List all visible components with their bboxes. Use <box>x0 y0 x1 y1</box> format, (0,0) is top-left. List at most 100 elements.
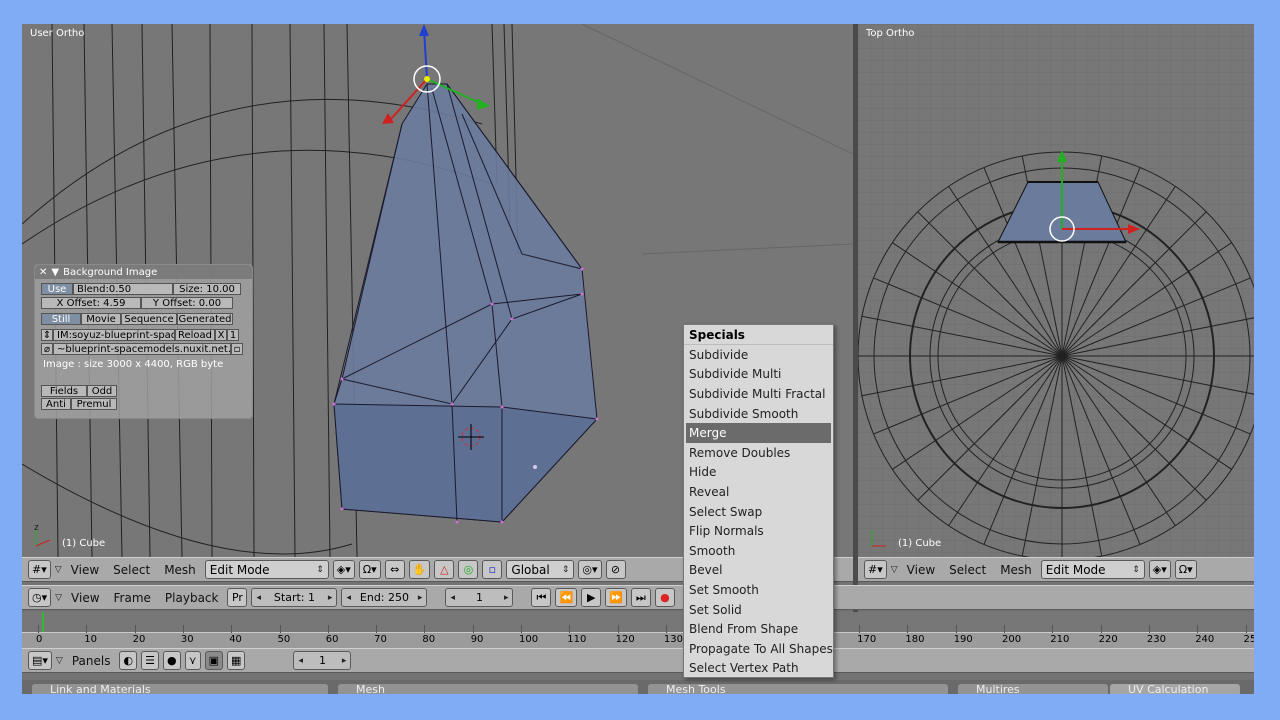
menu-select[interactable]: Select <box>108 563 155 577</box>
buttons-frame-field[interactable]: ◂ 1 ▸ <box>293 651 352 670</box>
menu-item-select-swap[interactable]: Select Swap <box>684 502 833 522</box>
current-frame-marker[interactable] <box>42 612 44 632</box>
decrement-icon[interactable]: ◂ <box>346 593 351 603</box>
menu-item-set-solid[interactable]: Set Solid <box>684 600 833 620</box>
collapse-triangle-icon[interactable]: ▼ <box>51 267 59 278</box>
scene-icon[interactable]: ▦ <box>227 651 246 670</box>
menu-item-flip-normals[interactable]: Flip Normals <box>684 521 833 541</box>
menu-item-reveal[interactable]: Reveal <box>684 482 833 502</box>
size-field[interactable]: Size: 10.00 <box>173 283 241 295</box>
script-icon[interactable]: ☰ <box>141 651 159 670</box>
draw-type-icon[interactable]: ◈▾ <box>332 560 355 579</box>
decrement-icon[interactable]: ◂ <box>298 656 303 666</box>
proportional-edit-icon[interactable]: ◎▾ <box>578 560 602 579</box>
menu-select[interactable]: Select <box>944 563 991 577</box>
increment-icon[interactable]: ▸ <box>328 593 333 603</box>
end-frame-field[interactable]: ◂ End: 250 ▸ <box>341 588 428 607</box>
menu-playback[interactable]: Playback <box>160 591 224 605</box>
menu-frame[interactable]: Frame <box>109 591 156 605</box>
menu-item-smooth[interactable]: Smooth <box>684 541 833 561</box>
editor-type-grid-icon[interactable]: #▾ <box>864 560 887 579</box>
menu-mesh[interactable]: Mesh <box>995 563 1037 577</box>
grab-icon[interactable]: ✋ <box>408 560 431 579</box>
panel-uv-calculation[interactable]: UV Calculation <box>1110 684 1240 694</box>
blend-slider[interactable]: Blend:0.50 <box>73 283 173 295</box>
menu-panels[interactable]: Panels <box>67 654 116 668</box>
reload-button[interactable]: Reload <box>175 329 215 341</box>
jump-end-icon[interactable]: ⏭ <box>630 588 651 607</box>
increment-icon[interactable]: ▸ <box>342 656 347 666</box>
menu-item-subdivide-smooth[interactable]: Subdivide Smooth <box>684 404 833 424</box>
jump-start-icon[interactable]: ⏮ <box>531 588 552 607</box>
snap-icon[interactable]: ⊘ <box>605 560 626 579</box>
menu-view[interactable]: View <box>902 563 940 577</box>
y-offset-field[interactable]: Y Offset: 0.00 <box>141 297 233 309</box>
file-browse-icon[interactable]: ⌀ <box>41 343 53 355</box>
increment-icon[interactable]: ▸ <box>504 593 509 603</box>
anti-toggle[interactable]: Anti <box>41 398 71 410</box>
collapse-menu-icon[interactable]: ▽ <box>55 565 62 575</box>
menu-item-remove-doubles[interactable]: Remove Doubles <box>684 443 833 463</box>
tab-generated[interactable]: Generated <box>177 313 233 325</box>
odd-toggle[interactable]: Odd <box>87 385 117 397</box>
pivot-icon[interactable]: Ω▾ <box>1174 560 1197 579</box>
logic-icon[interactable]: ◐ <box>119 651 138 670</box>
close-icon[interactable]: ✕ <box>39 267 47 278</box>
tab-still[interactable]: Still <box>41 313 81 325</box>
start-frame-field[interactable]: ◂ Start: 1 ▸ <box>251 588 338 607</box>
rotate-icon[interactable]: ◎ <box>458 560 479 579</box>
increment-icon[interactable]: ▸ <box>418 593 423 603</box>
fields-toggle[interactable]: Fields <box>41 385 87 397</box>
menu-item-select-vertex-path[interactable]: Select Vertex Path <box>684 659 833 679</box>
panel-link-and-materials[interactable]: Link and Materials <box>32 684 328 694</box>
viewport-top-ortho[interactable]: Top Ortho (1) Cube <box>858 24 1254 557</box>
current-frame-field[interactable]: ◂ 1 ▸ <box>445 588 514 607</box>
tab-sequence[interactable]: Sequence <box>121 313 177 325</box>
step-back-icon[interactable]: ⏪ <box>555 588 578 607</box>
use-toggle[interactable]: Use <box>41 283 73 295</box>
mode-select[interactable]: Edit Mode ⇕ <box>1040 560 1145 579</box>
object-icon[interactable]: ⋎ <box>184 651 201 670</box>
record-icon[interactable]: ● <box>654 588 675 607</box>
folder-icon[interactable]: ▫ <box>231 343 243 355</box>
unlink-button[interactable]: X <box>215 329 227 341</box>
image-browse-icon[interactable]: ⇕ <box>41 329 53 341</box>
background-image-panel-header[interactable]: ✕ ▼ Background Image <box>35 265 252 279</box>
menu-item-bevel[interactable]: Bevel <box>684 561 833 581</box>
collapse-menu-icon[interactable]: ▽ <box>55 593 62 603</box>
file-path-field[interactable]: ~blueprint-spacemodels.nuxit.net.jpg <box>53 343 231 355</box>
menu-item-merge[interactable]: Merge <box>686 423 831 443</box>
buttons-editor-icon[interactable]: ▤▾ <box>28 651 52 670</box>
image-name-field[interactable]: IM:soyuz-blueprint-space <box>53 329 175 341</box>
timeline-ruler[interactable]: 0102030405060708090100110120130140150160… <box>22 625 1254 648</box>
collapse-menu-icon[interactable]: ▽ <box>56 656 63 666</box>
orientation-select[interactable]: Global ⇕ <box>506 560 575 579</box>
draw-type-icon[interactable]: ◈▾ <box>1148 560 1171 579</box>
decrement-icon[interactable]: ◂ <box>256 593 261 603</box>
viewport-right-canvas[interactable] <box>858 24 1254 557</box>
panel-multires[interactable]: Multires <box>958 684 1108 694</box>
shading-icon[interactable]: ● <box>162 651 181 670</box>
menu-item-set-smooth[interactable]: Set Smooth <box>684 580 833 600</box>
premul-toggle[interactable]: Premul <box>71 398 117 410</box>
panel-mesh[interactable]: Mesh <box>338 684 638 694</box>
menu-item-propagate-to-all-shapes[interactable]: Propagate To All Shapes <box>684 639 833 659</box>
play-icon[interactable]: ▶ <box>581 588 602 607</box>
translate-icon[interactable]: △ <box>434 560 455 579</box>
menu-item-subdivide[interactable]: Subdivide <box>684 345 833 365</box>
tab-movie[interactable]: Movie <box>81 313 121 325</box>
editing-icon[interactable]: ▣ <box>204 651 224 670</box>
decrement-icon[interactable]: ◂ <box>450 593 455 603</box>
menu-mesh[interactable]: Mesh <box>159 563 201 577</box>
menu-view[interactable]: View <box>66 563 104 577</box>
menu-item-blend-from-shape[interactable]: Blend From Shape <box>684 619 833 639</box>
mode-select[interactable]: Edit Mode ⇕ <box>204 560 329 579</box>
collapse-menu-icon[interactable]: ▽ <box>891 565 898 575</box>
preview-range-button[interactable]: Pr <box>227 588 248 607</box>
menu-item-hide[interactable]: Hide <box>684 463 833 483</box>
x-offset-field[interactable]: X Offset: 4.59 <box>41 297 141 309</box>
editor-type-grid-icon[interactable]: #▾ <box>28 560 51 579</box>
clock-icon[interactable]: ◷▾ <box>28 588 52 607</box>
step-forward-icon[interactable]: ⏩ <box>605 588 627 607</box>
menu-item-subdivide-multi-fractal[interactable]: Subdivide Multi Fractal <box>684 384 833 404</box>
